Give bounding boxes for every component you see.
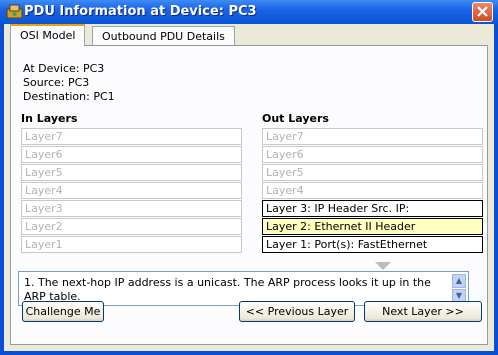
app-icon <box>6 4 23 19</box>
in-layer-4[interactable]: Layer4 <box>21 182 242 199</box>
next-layer-button[interactable]: Next Layer >> <box>364 301 482 322</box>
in-layer-7[interactable]: Layer7 <box>21 128 242 145</box>
in-layer-5[interactable]: Layer5 <box>21 164 242 181</box>
at-device-label: At Device: PC3 <box>23 62 105 75</box>
title-bar[interactable]: PDU Information at Device: PC3 <box>0 0 498 24</box>
in-layer-3[interactable]: Layer3 <box>21 200 242 217</box>
out-layer-3[interactable]: Layer 3: IP Header Src. IP: <box>262 200 483 217</box>
previous-layer-button[interactable]: << Previous Layer <box>239 301 355 322</box>
in-layer-1[interactable]: Layer1 <box>21 236 242 253</box>
tab-label: OSI Model <box>20 29 76 42</box>
tab-osi-model[interactable]: OSI Model <box>10 24 86 46</box>
out-layer-1[interactable]: Layer 1: Port(s): FastEthernet <box>262 236 483 253</box>
close-button[interactable] <box>472 2 493 22</box>
destination-label: Destination: PC1 <box>23 90 115 103</box>
in-layers-header: In Layers <box>21 112 78 125</box>
down-arrow-icon <box>375 262 391 270</box>
pdu-info-window: PDU Information at Device: PC3 OSI Model… <box>0 0 498 355</box>
challenge-me-button[interactable]: Challenge Me <box>22 301 104 322</box>
window-title: PDU Information at Device: PC3 <box>24 4 257 19</box>
tab-outbound-pdu-details[interactable]: Outbound PDU Details <box>92 26 235 46</box>
window-client-area: OSI Model Outbound PDU Details At Device… <box>4 24 494 351</box>
scroll-up-button[interactable]: ▲ <box>452 274 466 288</box>
close-icon <box>477 6 488 17</box>
out-layer-4[interactable]: Layer4 <box>262 182 483 199</box>
out-layer-7[interactable]: Layer7 <box>262 128 483 145</box>
in-layer-6[interactable]: Layer6 <box>21 146 242 163</box>
tab-label: Outbound PDU Details <box>102 30 225 43</box>
source-label: Source: PC3 <box>23 76 90 89</box>
out-layer-6[interactable]: Layer6 <box>262 146 483 163</box>
message-text: 1. The next-hop IP address is a unicast.… <box>24 276 431 303</box>
out-layer-2[interactable]: Layer 2: Ethernet II Header <box>262 218 483 235</box>
out-layers-header: Out Layers <box>262 112 329 125</box>
device-info: At Device: PC3 Source: PC3 Destination: … <box>23 62 115 104</box>
in-layer-2[interactable]: Layer2 <box>21 218 242 235</box>
out-layer-5[interactable]: Layer5 <box>262 164 483 181</box>
